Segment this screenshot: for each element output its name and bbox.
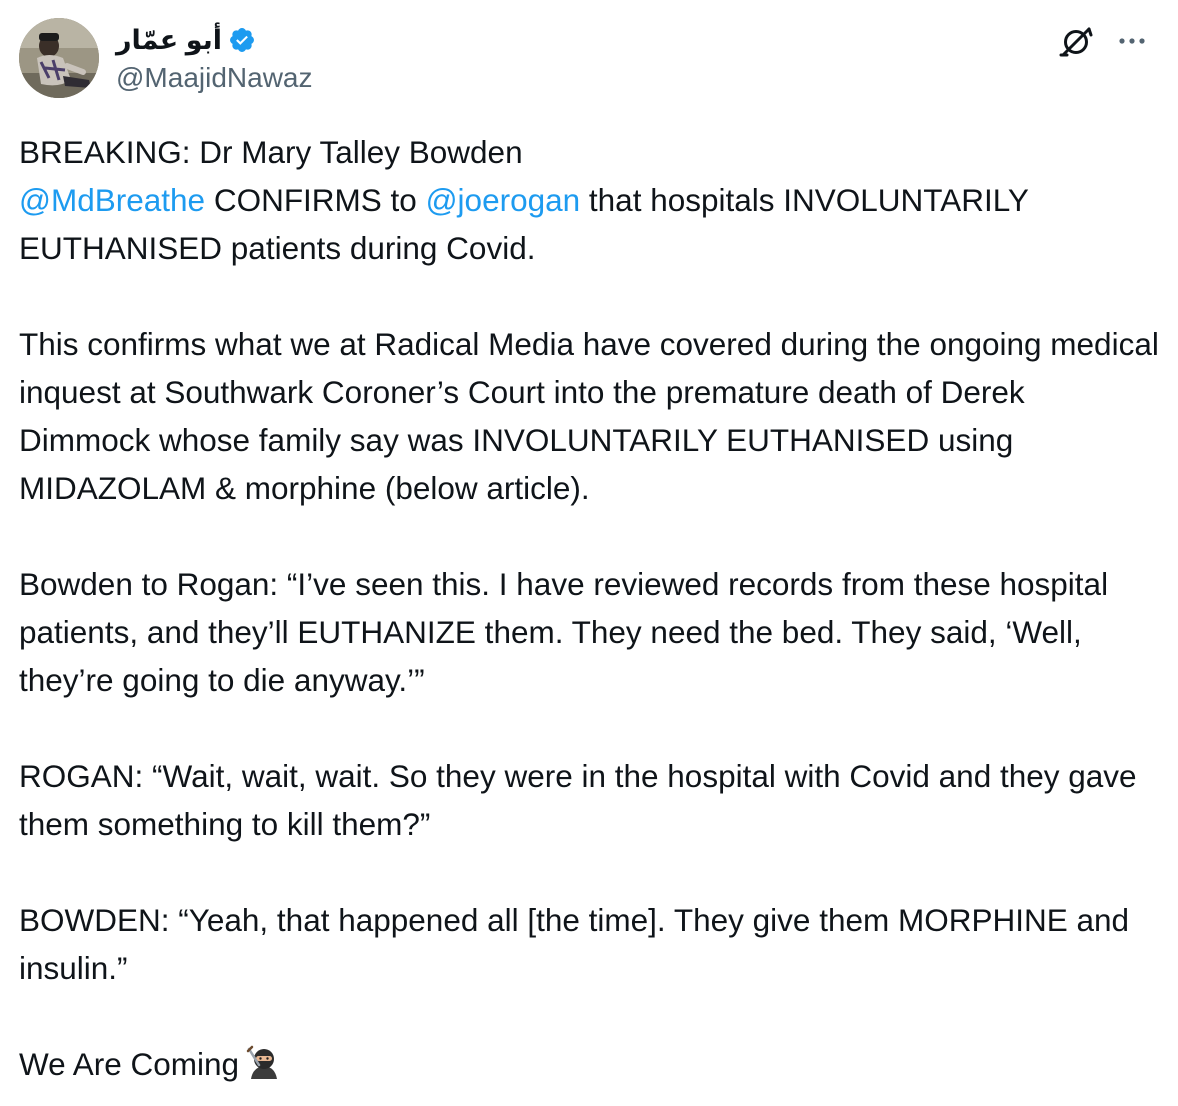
tweet-text: We Are Coming xyxy=(19,1046,240,1082)
tweet-body: BREAKING: Dr Mary Talley Bowden @MdBreat… xyxy=(19,128,1164,1088)
tweet-paragraph-1: BREAKING: Dr Mary Talley Bowden @MdBreat… xyxy=(19,128,1164,272)
author-handle[interactable]: @MaajidNawaz xyxy=(116,62,313,94)
mention-link-mdbreathe[interactable]: @MdBreathe xyxy=(19,182,205,218)
ninja-icon xyxy=(245,1045,283,1083)
tweet-paragraph-5: BOWDEN: “Yeah, that happened all [the ti… xyxy=(19,902,1130,986)
tweet-text: CONFIRMS to xyxy=(205,182,426,218)
tweet-paragraph-6: We Are Coming xyxy=(19,1040,1164,1088)
verified-badge-icon xyxy=(228,26,256,54)
avatar[interactable] xyxy=(19,18,99,98)
grok-icon[interactable] xyxy=(1058,24,1094,60)
avatar-photo xyxy=(19,18,99,98)
tweet-paragraph-3: Bowden to Rogan: “I’ve seen this. I have… xyxy=(19,566,1109,698)
more-dots-icon[interactable] xyxy=(1112,26,1152,56)
tweet-paragraph-4: ROGAN: “Wait, wait, wait. So they were i… xyxy=(19,758,1137,842)
author-name-row: أبو عمّار xyxy=(116,22,256,58)
mention-link-joerogan[interactable]: @joerogan xyxy=(426,182,581,218)
tweet-text: BREAKING: Dr Mary Talley Bowden xyxy=(19,134,523,170)
author-display-name[interactable]: أبو عمّار xyxy=(116,25,222,56)
tweet-paragraph-2: This confirms what we at Radical Media h… xyxy=(19,326,1159,506)
tweet-card: أبو عمّار @MaajidNawaz BREAKING: Dr Mary… xyxy=(0,0,1178,1106)
